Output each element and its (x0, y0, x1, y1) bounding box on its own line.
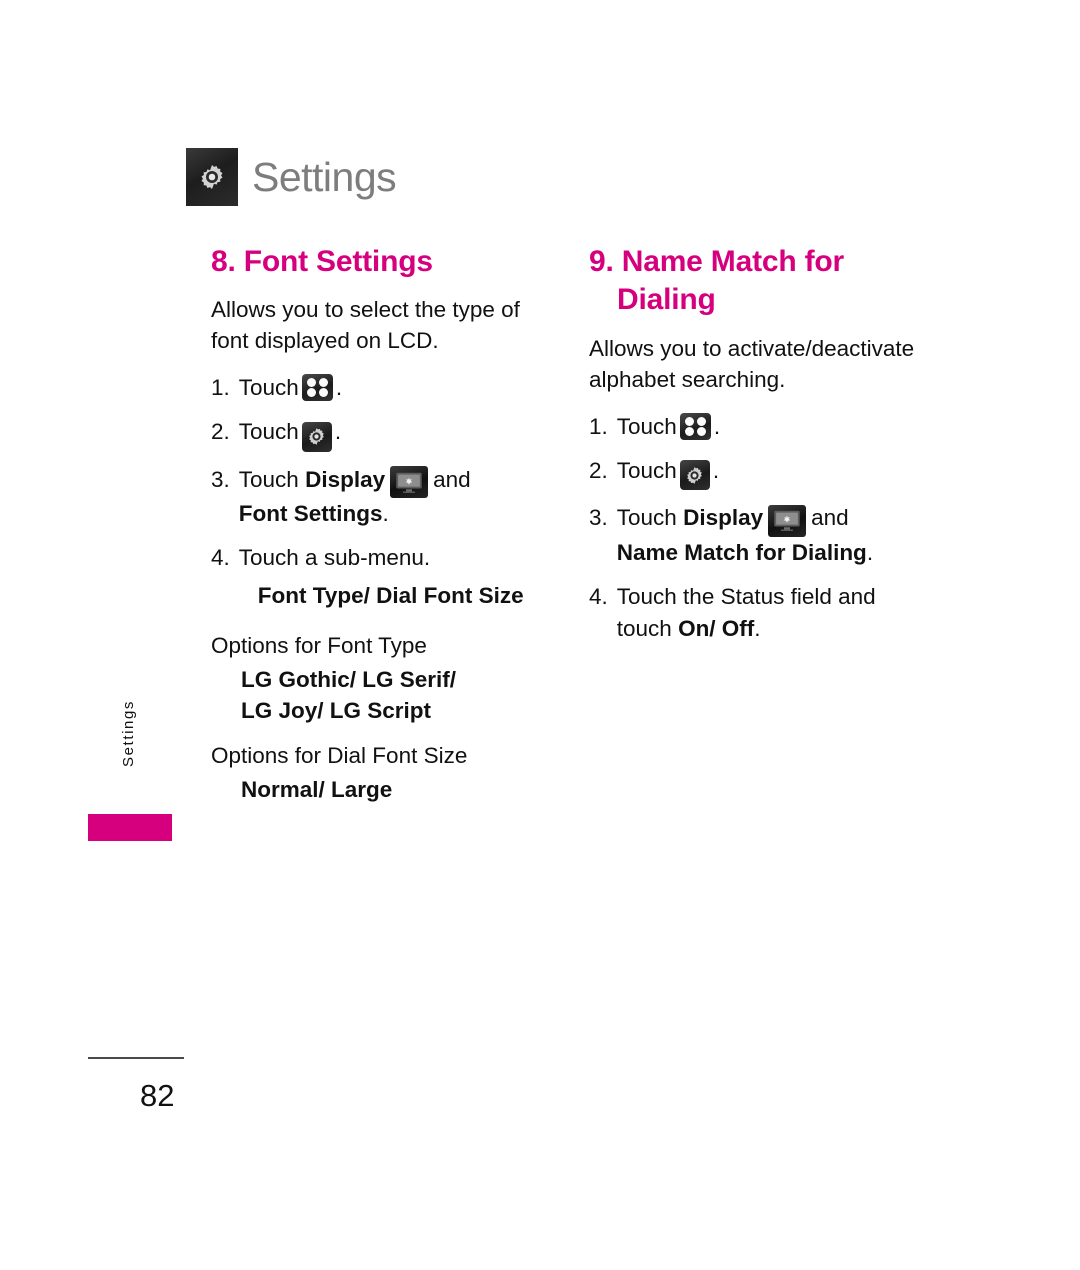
grid-icon (679, 412, 711, 440)
step-label: Touch (616, 457, 677, 483)
step-text: Touch. (239, 372, 551, 404)
step-sub-suffix: . (866, 539, 874, 565)
step-bold-target: Display (683, 505, 764, 531)
step-bold-target: Display (305, 466, 386, 492)
step-number: 4. (211, 545, 230, 571)
step-number: 3. (589, 505, 608, 531)
section-title-line2: Dialing (617, 283, 716, 317)
step-sub-bold: Font Settings (238, 501, 383, 527)
options-values: Normal/ Large (241, 775, 551, 805)
options-values: LG Gothic/ LG Serif/ LG Joy/ LG Script (241, 665, 551, 726)
step-number: 4. (589, 583, 608, 609)
display-icon (390, 466, 429, 499)
step-sub-line: Font Type/ Dial Font Size (239, 574, 551, 612)
step-label: Touch (616, 505, 677, 531)
step-text: Touch a sub-menu. Font Type/ Dial Font Si… (239, 542, 551, 612)
section-title: 8. Font Settings (211, 245, 433, 278)
step-suffix: . (713, 413, 721, 439)
step-label: Touch the Status field and (616, 583, 876, 609)
options-value-line: LG Joy/ LG Script (241, 697, 432, 723)
section-title: 9. Name Match for Dialing (589, 243, 929, 320)
step-sub-line: touch On/ Off. (617, 613, 929, 645)
step-label: Touch (238, 466, 299, 492)
step-label: Touch (238, 419, 299, 445)
step-label: Touch (238, 375, 299, 401)
page-number: 82 (140, 1078, 175, 1113)
step-sub-bold: Name Match for Dialing (616, 539, 867, 565)
side-tab-bar (88, 814, 172, 841)
section-title-line1: 9. Name Match for (589, 245, 844, 278)
step-number: 1. (211, 375, 230, 401)
step-text: Touch Display and Name Match for Dialing. (617, 502, 929, 568)
step-text: Touch the Status field and touch On/ Off. (617, 581, 929, 645)
step-text: Touch. (239, 416, 551, 452)
step-sub-suffix: . (754, 615, 761, 641)
grid-icon (301, 374, 333, 402)
gear-icon (679, 460, 710, 491)
step-text: Touch Display and Font Settings. (239, 464, 551, 530)
step-item: 1. Touch. (589, 411, 929, 443)
step-sub-bold: Font Type/ Dial Font Size (257, 583, 524, 609)
step-sub-line: Name Match for Dialing. (617, 537, 929, 569)
step-suffix: . (334, 419, 342, 445)
step-number: 2. (589, 457, 608, 483)
step-text: Touch. (617, 411, 929, 443)
step-label: Touch (616, 413, 677, 439)
step-suffix: . (712, 457, 720, 483)
section-font-settings: 8. Font Settings Allows you to select th… (211, 243, 551, 819)
step-item: 3. Touch Display and Font Settings. (211, 464, 551, 530)
step-sub-plain: touch (616, 615, 679, 641)
step-label: Touch a sub-menu. (238, 545, 431, 571)
section-intro: Allows you to select the type of font di… (211, 297, 520, 354)
step-sub-suffix: . (382, 501, 389, 527)
step-sub-line: Font Settings. (239, 498, 551, 530)
page-header: Settings (186, 148, 397, 206)
options-label: Options for Font Type (211, 633, 427, 659)
step-suffix: and (433, 466, 471, 492)
options-label: Options for Dial Font Size (211, 743, 468, 769)
options-value-line: Normal/ Large (241, 777, 393, 803)
footer-divider (88, 1057, 184, 1059)
options-value-line: LG Gothic/ LG Serif/ (241, 667, 457, 693)
section-intro: Allows you to activate/deactivate alphab… (589, 335, 915, 392)
step-number: 3. (211, 466, 230, 492)
side-tab: Settings (88, 700, 172, 841)
gear-icon (301, 421, 332, 452)
display-icon (768, 504, 807, 537)
step-suffix: . (335, 375, 343, 401)
step-number: 2. (211, 419, 230, 445)
manual-page: Settings 8. Font Settings Allows you to … (0, 0, 1080, 1270)
step-text: Touch. (617, 455, 929, 491)
step-item: 2. Touch. (589, 455, 929, 491)
page-title: Settings (252, 153, 397, 200)
step-item: 4. Touch the Status field and touch On/ O… (589, 581, 929, 645)
step-item: 1. Touch. (211, 372, 551, 404)
step-suffix: and (811, 505, 849, 531)
step-item: 2. Touch. (211, 416, 551, 452)
step-item: 4. Touch a sub-menu. Font Type/ Dial Font… (211, 542, 551, 612)
settings-gear-icon (186, 148, 238, 206)
step-item: 3. Touch Display and Name Match for Dialin… (589, 502, 929, 568)
step-sub-bold: On/ Off (678, 615, 755, 641)
section-name-match-for-dialing: 9. Name Match for Dialing Allows you to … (589, 243, 929, 657)
step-number: 1. (589, 413, 608, 439)
side-tab-label: Settings (120, 700, 137, 767)
